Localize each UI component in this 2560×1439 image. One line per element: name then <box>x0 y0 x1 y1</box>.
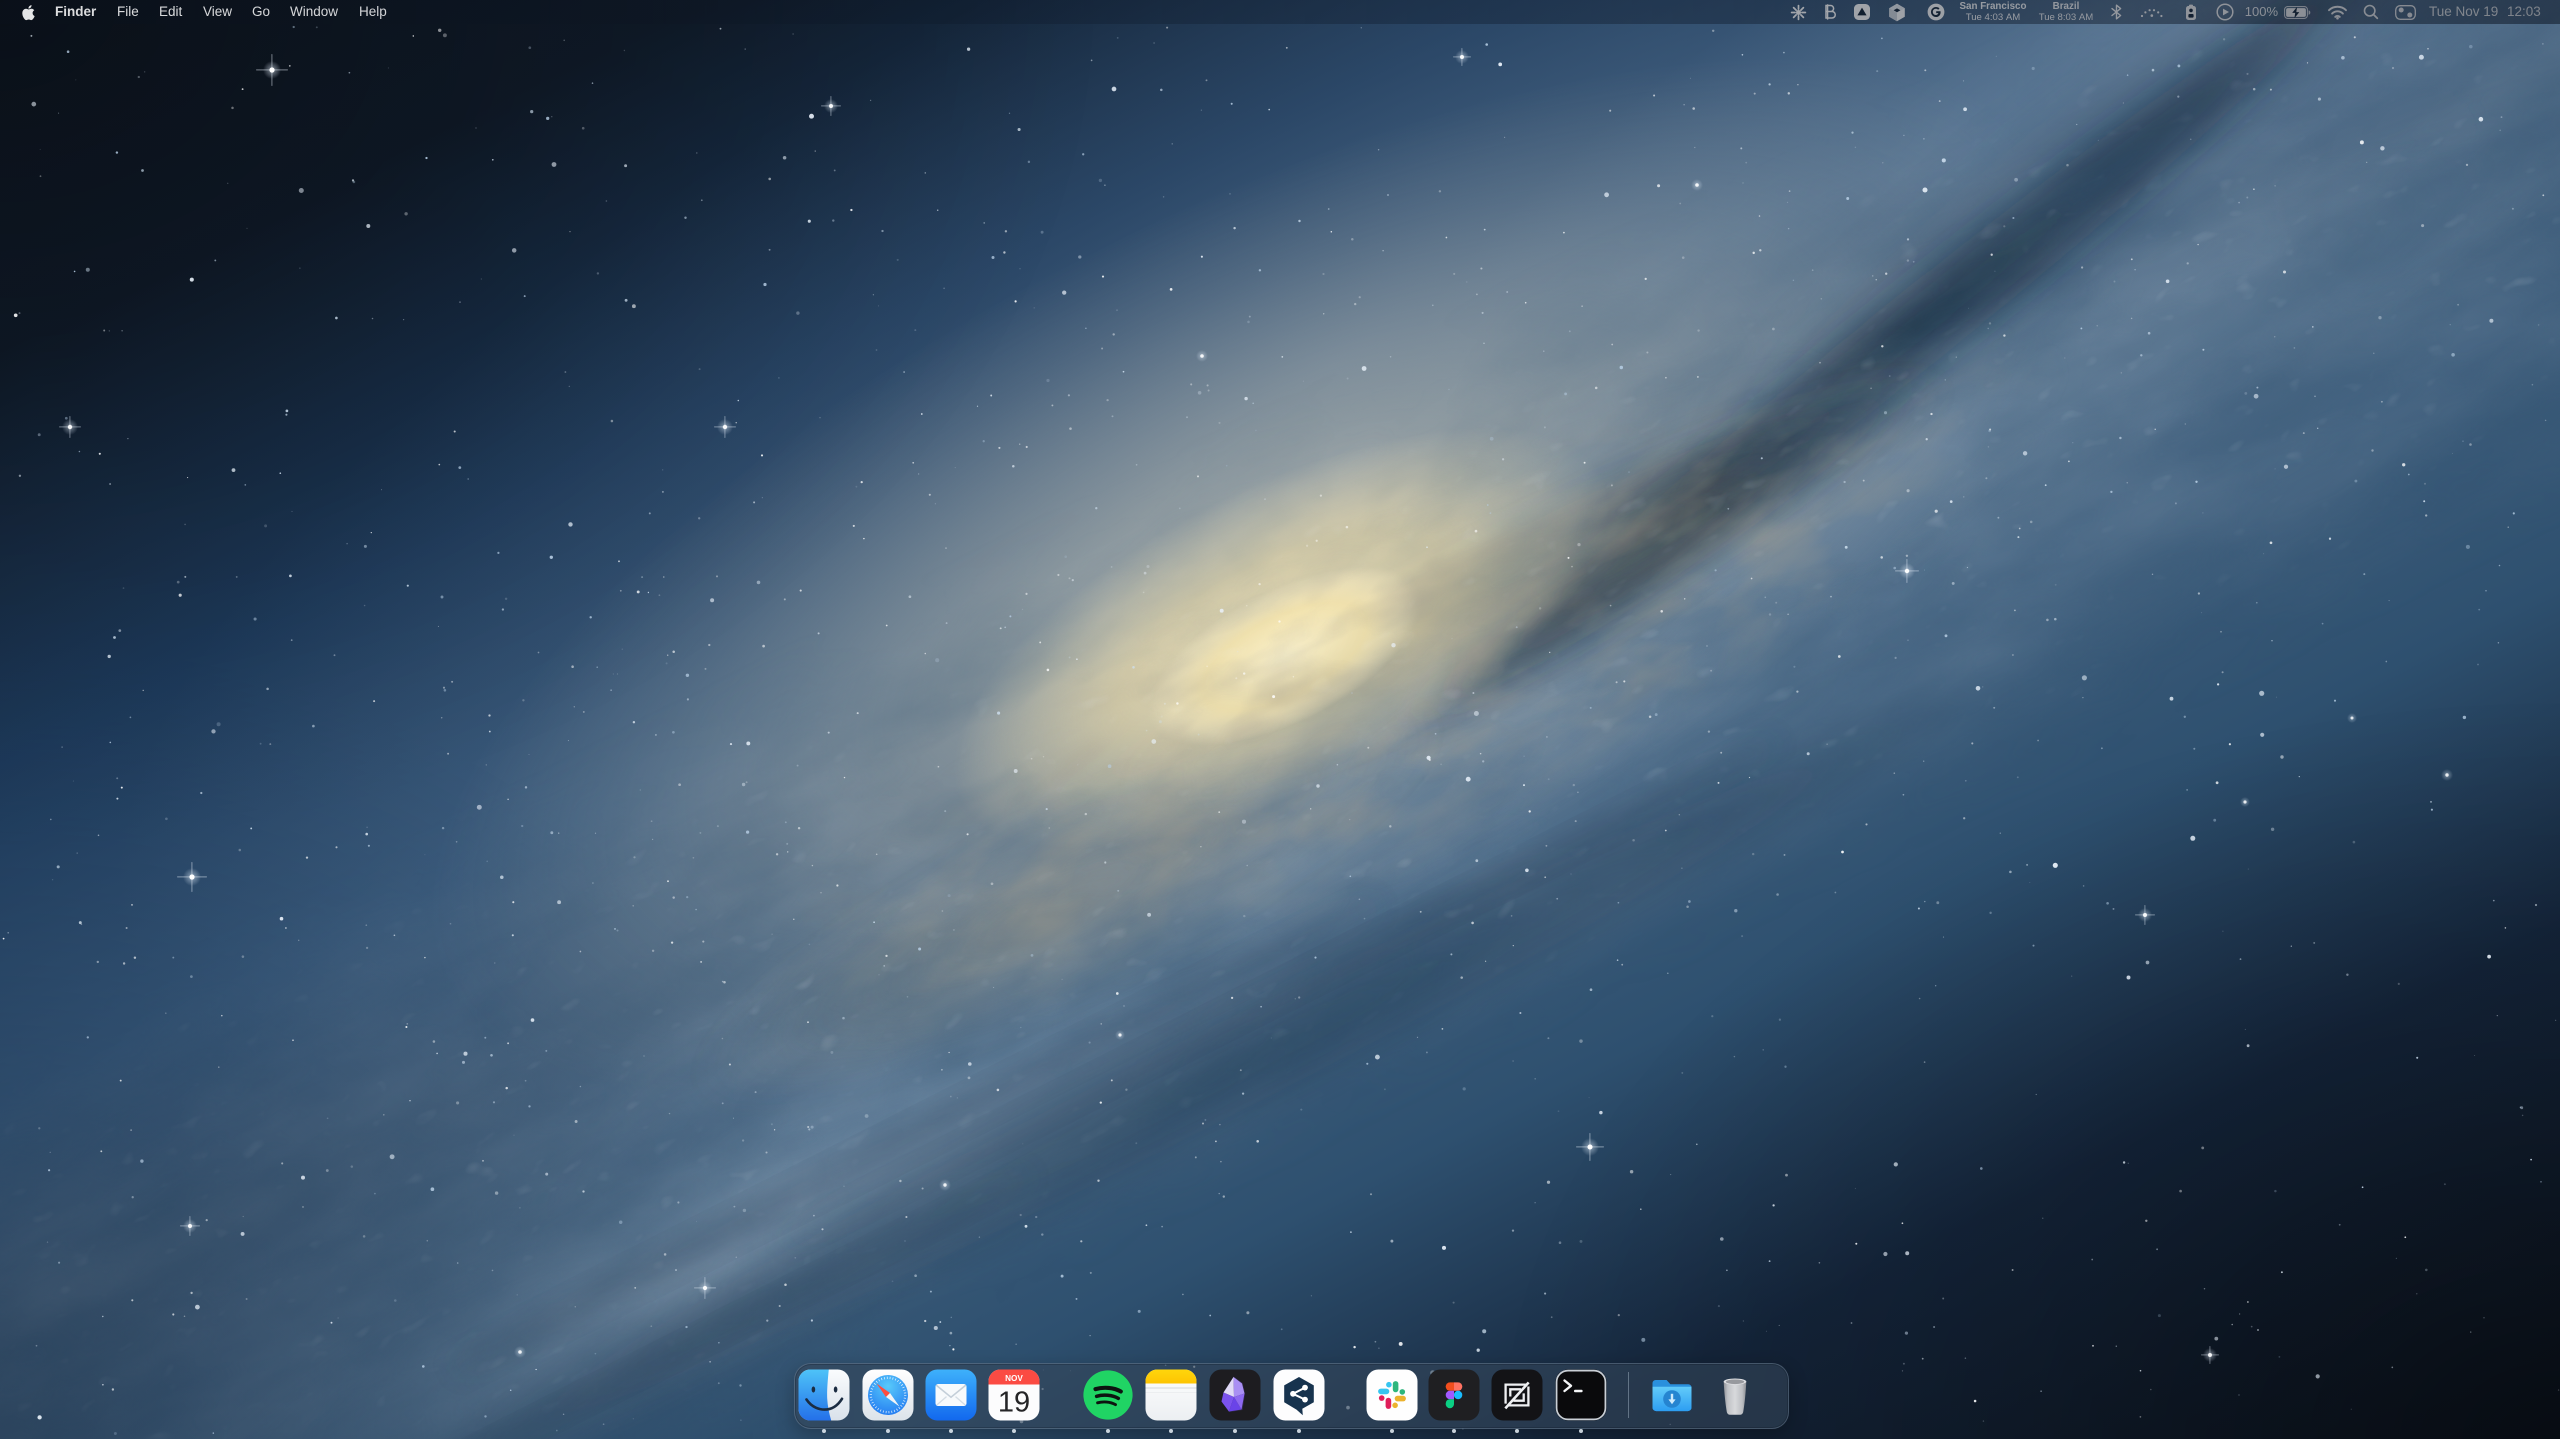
svg-text:NOV: NOV <box>1005 1374 1023 1383</box>
svg-text:19: 19 <box>998 1387 1030 1419</box>
